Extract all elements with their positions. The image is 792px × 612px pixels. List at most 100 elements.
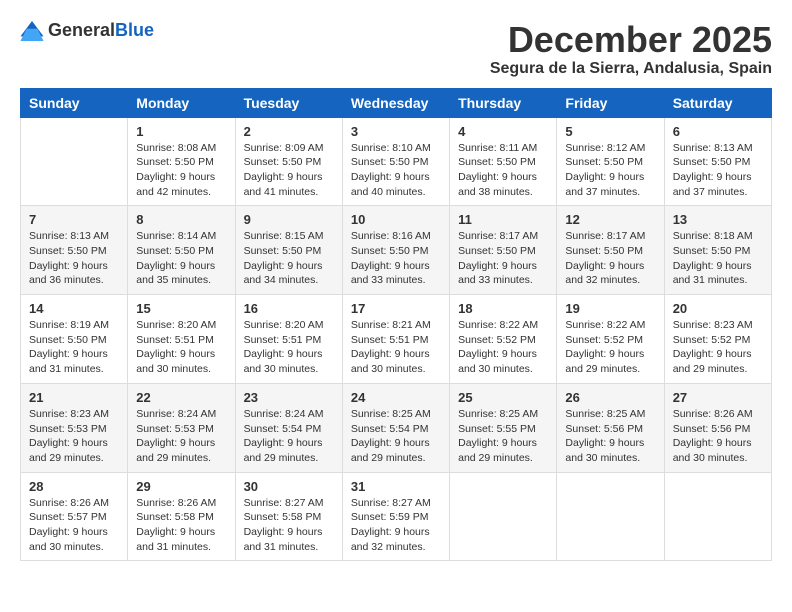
location-title: Segura de la Sierra, Andalusia, Spain (490, 60, 772, 78)
calendar-cell: 31 Sunrise: 8:27 AM Sunset: 5:59 PM Dayli… (342, 472, 449, 561)
day-number: 25 (458, 390, 548, 405)
day-info: Sunrise: 8:27 AM Sunset: 5:59 PM Dayligh… (351, 496, 441, 555)
day-number: 26 (565, 390, 655, 405)
calendar-cell: 2 Sunrise: 8:09 AM Sunset: 5:50 PM Daylig… (235, 117, 342, 206)
calendar-week-row: 1 Sunrise: 8:08 AM Sunset: 5:50 PM Daylig… (21, 117, 772, 206)
day-number: 21 (29, 390, 119, 405)
day-number: 14 (29, 301, 119, 316)
day-number: 28 (29, 479, 119, 494)
day-info: Sunrise: 8:17 AM Sunset: 5:50 PM Dayligh… (458, 229, 548, 288)
calendar-cell: 5Sunrise: 8:12 AM Sunset: 5:50 PM Daylig… (557, 117, 664, 206)
calendar-cell: 19Sunrise: 8:22 AM Sunset: 5:52 PM Dayli… (557, 295, 664, 384)
day-number: 24 (351, 390, 441, 405)
logo: GeneralBlue (20, 20, 154, 41)
calendar-cell (664, 472, 771, 561)
day-number: 3 (351, 124, 441, 139)
calendar-cell: 7 Sunrise: 8:13 AM Sunset: 5:50 PM Daylig… (21, 206, 128, 295)
day-number: 13 (673, 212, 763, 227)
day-number: 5 (565, 124, 655, 139)
calendar-cell: 29 Sunrise: 8:26 AM Sunset: 5:58 PM Dayli… (128, 472, 235, 561)
day-info: Sunrise: 8:14 AM Sunset: 5:50 PM Dayligh… (136, 229, 226, 288)
day-info: Sunrise: 8:22 AM Sunset: 5:52 PM Dayligh… (458, 318, 548, 377)
calendar-cell: 13 Sunrise: 8:18 AM Sunset: 5:50 PM Dayli… (664, 206, 771, 295)
calendar-week-row: 21Sunrise: 8:23 AM Sunset: 5:53 PM Dayli… (21, 383, 772, 472)
calendar-cell: 1 Sunrise: 8:08 AM Sunset: 5:50 PM Daylig… (128, 117, 235, 206)
calendar-cell: 23 Sunrise: 8:24 AM Sunset: 5:54 PM Dayli… (235, 383, 342, 472)
calendar-week-row: 7 Sunrise: 8:13 AM Sunset: 5:50 PM Daylig… (21, 206, 772, 295)
day-info: Sunrise: 8:19 AM Sunset: 5:50 PM Dayligh… (29, 318, 119, 377)
day-number: 22 (136, 390, 226, 405)
day-info: Sunrise: 8:10 AM Sunset: 5:50 PM Dayligh… (351, 141, 441, 200)
calendar-week-row: 28 Sunrise: 8:26 AM Sunset: 5:57 PM Dayli… (21, 472, 772, 561)
calendar-cell: 6 Sunrise: 8:13 AM Sunset: 5:50 PM Daylig… (664, 117, 771, 206)
day-number: 9 (244, 212, 334, 227)
day-number: 15 (136, 301, 226, 316)
day-number: 10 (351, 212, 441, 227)
calendar-cell: 16Sunrise: 8:20 AM Sunset: 5:51 PM Dayli… (235, 295, 342, 384)
calendar-cell: 22 Sunrise: 8:24 AM Sunset: 5:53 PM Dayli… (128, 383, 235, 472)
calendar-cell: 26 Sunrise: 8:25 AM Sunset: 5:56 PM Dayli… (557, 383, 664, 472)
column-header-friday: Friday (557, 88, 664, 117)
logo-text-blue: Blue (115, 20, 154, 40)
column-header-saturday: Saturday (664, 88, 771, 117)
day-info: Sunrise: 8:16 AM Sunset: 5:50 PM Dayligh… (351, 229, 441, 288)
calendar-cell (21, 117, 128, 206)
day-info: Sunrise: 8:18 AM Sunset: 5:50 PM Dayligh… (673, 229, 763, 288)
day-info: Sunrise: 8:26 AM Sunset: 5:58 PM Dayligh… (136, 496, 226, 555)
day-number: 23 (244, 390, 334, 405)
day-info: Sunrise: 8:24 AM Sunset: 5:53 PM Dayligh… (136, 407, 226, 466)
calendar-week-row: 14 Sunrise: 8:19 AM Sunset: 5:50 PM Dayli… (21, 295, 772, 384)
day-info: Sunrise: 8:22 AM Sunset: 5:52 PM Dayligh… (565, 318, 655, 377)
day-info: Sunrise: 8:08 AM Sunset: 5:50 PM Dayligh… (136, 141, 226, 200)
day-info: Sunrise: 8:25 AM Sunset: 5:55 PM Dayligh… (458, 407, 548, 466)
calendar-cell (450, 472, 557, 561)
day-number: 6 (673, 124, 763, 139)
calendar-cell: 15 Sunrise: 8:20 AM Sunset: 5:51 PM Dayli… (128, 295, 235, 384)
day-info: Sunrise: 8:24 AM Sunset: 5:54 PM Dayligh… (244, 407, 334, 466)
logo-text-general: General (48, 20, 115, 40)
calendar-cell: 8 Sunrise: 8:14 AM Sunset: 5:50 PM Daylig… (128, 206, 235, 295)
day-info: Sunrise: 8:27 AM Sunset: 5:58 PM Dayligh… (244, 496, 334, 555)
day-number: 31 (351, 479, 441, 494)
day-info: Sunrise: 8:09 AM Sunset: 5:50 PM Dayligh… (244, 141, 334, 200)
logo-icon (20, 21, 44, 41)
day-number: 16 (244, 301, 334, 316)
calendar-table: SundayMondayTuesdayWednesdayThursdayFrid… (20, 88, 772, 562)
day-info: Sunrise: 8:25 AM Sunset: 5:56 PM Dayligh… (565, 407, 655, 466)
day-number: 11 (458, 212, 548, 227)
day-info: Sunrise: 8:13 AM Sunset: 5:50 PM Dayligh… (29, 229, 119, 288)
month-title: December 2025 (490, 20, 772, 60)
day-info: Sunrise: 8:23 AM Sunset: 5:52 PM Dayligh… (673, 318, 763, 377)
day-info: Sunrise: 8:21 AM Sunset: 5:51 PM Dayligh… (351, 318, 441, 377)
calendar-cell: 11 Sunrise: 8:17 AM Sunset: 5:50 PM Dayli… (450, 206, 557, 295)
column-header-wednesday: Wednesday (342, 88, 449, 117)
day-number: 1 (136, 124, 226, 139)
calendar-cell: 9 Sunrise: 8:15 AM Sunset: 5:50 PM Daylig… (235, 206, 342, 295)
day-number: 30 (244, 479, 334, 494)
day-number: 8 (136, 212, 226, 227)
day-info: Sunrise: 8:17 AM Sunset: 5:50 PM Dayligh… (565, 229, 655, 288)
calendar-cell: 20Sunrise: 8:23 AM Sunset: 5:52 PM Dayli… (664, 295, 771, 384)
day-number: 7 (29, 212, 119, 227)
page-header: GeneralBlue December 2025 Segura de la S… (20, 20, 772, 78)
day-number: 2 (244, 124, 334, 139)
column-header-sunday: Sunday (21, 88, 128, 117)
calendar-cell: 24Sunrise: 8:25 AM Sunset: 5:54 PM Dayli… (342, 383, 449, 472)
column-header-tuesday: Tuesday (235, 88, 342, 117)
day-info: Sunrise: 8:26 AM Sunset: 5:57 PM Dayligh… (29, 496, 119, 555)
day-info: Sunrise: 8:20 AM Sunset: 5:51 PM Dayligh… (136, 318, 226, 377)
calendar-cell: 10 Sunrise: 8:16 AM Sunset: 5:50 PM Dayli… (342, 206, 449, 295)
day-info: Sunrise: 8:13 AM Sunset: 5:50 PM Dayligh… (673, 141, 763, 200)
day-number: 4 (458, 124, 548, 139)
calendar-cell: 14 Sunrise: 8:19 AM Sunset: 5:50 PM Dayli… (21, 295, 128, 384)
calendar-cell: 4 Sunrise: 8:11 AM Sunset: 5:50 PM Daylig… (450, 117, 557, 206)
day-info: Sunrise: 8:15 AM Sunset: 5:50 PM Dayligh… (244, 229, 334, 288)
calendar-cell: 21Sunrise: 8:23 AM Sunset: 5:53 PM Dayli… (21, 383, 128, 472)
day-number: 29 (136, 479, 226, 494)
calendar-cell: 17Sunrise: 8:21 AM Sunset: 5:51 PM Dayli… (342, 295, 449, 384)
day-number: 27 (673, 390, 763, 405)
day-info: Sunrise: 8:11 AM Sunset: 5:50 PM Dayligh… (458, 141, 548, 200)
day-number: 12 (565, 212, 655, 227)
day-number: 18 (458, 301, 548, 316)
calendar-cell: 30 Sunrise: 8:27 AM Sunset: 5:58 PM Dayli… (235, 472, 342, 561)
